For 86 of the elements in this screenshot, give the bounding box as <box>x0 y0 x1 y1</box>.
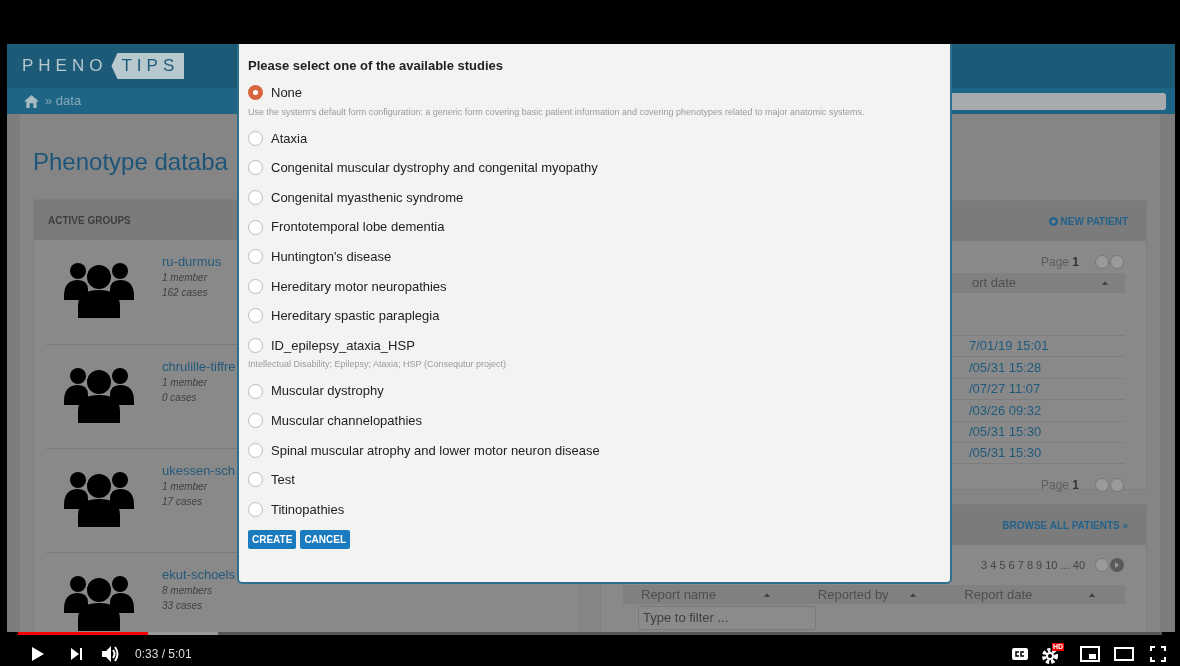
report-date-link[interactable]: 7/01/19 15:01 <box>969 336 1049 356</box>
member-count: 8 members <box>162 584 213 599</box>
radio-button[interactable] <box>248 502 263 517</box>
new-patient-button[interactable]: NEW PATIENT <box>1048 213 1128 229</box>
fullscreen-icon[interactable] <box>1150 645 1166 662</box>
volume-icon[interactable] <box>102 645 120 662</box>
report-date-link[interactable]: /07/27 11:07 <box>969 379 1041 399</box>
option-label[interactable]: Ataxia <box>271 128 308 149</box>
dialog-title: Please select one of the available studies <box>248 57 505 75</box>
radio-button[interactable] <box>248 442 263 458</box>
radio-button[interactable] <box>248 383 263 399</box>
case-count: 162 cases <box>162 286 209 301</box>
option-label[interactable]: Titinopathies <box>271 499 345 520</box>
option-label[interactable]: Spinal muscular atrophy and lower motor neuron disease <box>271 440 600 461</box>
group-link[interactable]: chrulille-tiffre <box>162 359 236 376</box>
report-date-link[interactable]: /05/31 15:30 <box>969 422 1042 442</box>
time-display: 0:33 / 5:01 <box>135 645 192 663</box>
logo-text: PHENO <box>22 55 109 78</box>
radio-button[interactable] <box>248 85 263 101</box>
arrow-icon <box>1115 562 1119 568</box>
breadcrumb-link[interactable]: » data <box>45 91 82 111</box>
radio-button[interactable] <box>248 308 263 324</box>
option-label[interactable]: Congenital myasthenic syndrome <box>271 187 464 208</box>
group-link[interactable]: ru-durmus <box>162 254 222 271</box>
radio-button[interactable] <box>248 338 263 354</box>
option-label[interactable]: Muscular dystrophy <box>271 381 384 401</box>
captions-icon[interactable] <box>1012 647 1028 660</box>
sort-icon[interactable] <box>763 592 770 597</box>
filter-field[interactable]: Type to filter ... <box>638 605 816 630</box>
option-label[interactable]: Hereditary motor neuropathies <box>271 276 447 297</box>
radio-button[interactable] <box>248 249 263 265</box>
browse-all-link[interactable]: BROWSE ALL PATIENTS » <box>1002 517 1128 533</box>
report-date-link[interactable]: /03/26 09:32 <box>969 400 1042 421</box>
next-page-button[interactable] <box>1110 255 1124 269</box>
radio-button[interactable] <box>248 219 263 235</box>
case-count: 17 cases <box>162 495 204 510</box>
member-count: 1 member <box>162 376 209 391</box>
radio-button[interactable] <box>248 190 263 206</box>
group-link[interactable]: ukessen-sch <box>162 463 235 480</box>
case-count: 33 cases <box>162 599 204 614</box>
page-numbers[interactable]: 3 4 5 6 7 8 9 10 ... 40 <box>981 556 1085 574</box>
group-icon <box>64 471 134 528</box>
option-label[interactable]: Frontotemporal lobe dementia <box>271 217 445 237</box>
option-label[interactable]: Muscular channelopathies <box>271 411 423 431</box>
cancel-button[interactable]: CANCEL <box>300 530 351 550</box>
create-button[interactable]: CREATE <box>248 530 297 550</box>
panel-heading: ACTIVE GROUPS <box>48 213 131 228</box>
group-icon <box>64 367 134 424</box>
next-page-button[interactable] <box>1110 478 1124 493</box>
case-count: 0 cases <box>162 391 198 406</box>
report-date-link[interactable]: /05/31 15:28 <box>969 357 1042 378</box>
miniplayer-icon[interactable] <box>1080 645 1100 662</box>
home-icon[interactable] <box>24 94 39 108</box>
theater-mode-icon[interactable] <box>1114 646 1134 661</box>
option-label[interactable]: ID_epilepsy_ataxia_HSP <box>271 335 415 356</box>
group-icon <box>64 262 134 319</box>
plus-icon <box>1048 216 1058 226</box>
option-label[interactable]: Hereditary spastic paraplegia <box>271 306 440 326</box>
radio-button[interactable] <box>248 413 263 429</box>
option-label[interactable]: Test <box>271 470 295 490</box>
radio-button[interactable] <box>248 278 263 294</box>
report-date-link[interactable]: /05/31 15:30 <box>969 443 1042 463</box>
option-label[interactable]: Huntington's disease <box>271 247 392 267</box>
group-icon <box>64 575 134 632</box>
sort-icon[interactable] <box>1089 592 1095 597</box>
next-icon[interactable] <box>71 647 82 660</box>
radio-button[interactable] <box>248 472 263 488</box>
option-label[interactable]: Congenital muscular dystrophy and congenital myopathy <box>271 158 598 178</box>
group-link[interactable]: ekut-schoels <box>162 567 235 584</box>
logo-badge: TIPS <box>111 53 185 79</box>
member-count: 1 member <box>162 271 209 286</box>
option-description: Use the system's default form configuration: a generic form covering basic patient information and covering phenotypes related to major anatomic systems. <box>248 105 866 119</box>
radio-button[interactable] <box>248 130 263 146</box>
previous-page-button[interactable] <box>1095 255 1109 269</box>
sort-icon[interactable] <box>1102 281 1108 285</box>
page-title: Phenotype databa <box>33 147 228 177</box>
next-page-button[interactable] <box>1110 558 1124 572</box>
option-description: Intellectual Disability; Epilepsy; Ataxia; HSP (Consequtur project) <box>248 358 507 372</box>
progress-bar[interactable] <box>18 632 1162 635</box>
play-icon[interactable] <box>32 646 44 661</box>
previous-page-button[interactable] <box>1095 478 1109 493</box>
previous-page-button[interactable] <box>1095 558 1109 572</box>
radio-button[interactable] <box>248 160 263 176</box>
option-label[interactable]: None <box>271 83 303 103</box>
sort-icon[interactable] <box>910 592 917 597</box>
member-count: 1 member <box>162 480 209 495</box>
